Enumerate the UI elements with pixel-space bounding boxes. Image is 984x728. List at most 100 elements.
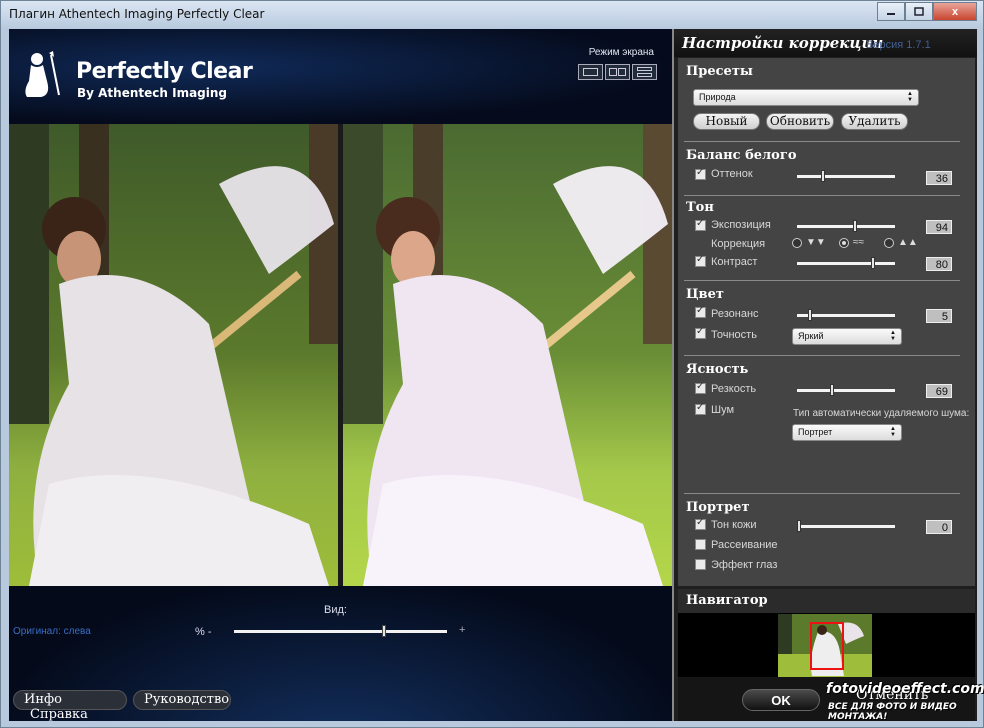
skin-tone-label: Тон кожи: [711, 519, 757, 531]
navigator-thumbnail[interactable]: [778, 614, 872, 677]
original-image: [9, 124, 338, 586]
sharpness-checkbox[interactable]: [695, 381, 706, 394]
correction-label: Коррекция: [711, 238, 766, 250]
exposure-slider-thumb[interactable]: [853, 220, 857, 232]
updown-arrows-icon: ▲ ▼: [890, 426, 896, 438]
exposure-slider[interactable]: [797, 220, 895, 232]
zoom-slider[interactable]: [234, 625, 447, 637]
skin-tone-slider[interactable]: [797, 520, 895, 532]
exposure-value[interactable]: 94: [926, 220, 952, 234]
correction-low-label: ▼▼: [806, 237, 826, 248]
preset-select[interactable]: Природа ▲ ▼: [693, 89, 919, 106]
divider: [684, 280, 960, 281]
split-view-icon: [609, 68, 617, 76]
resonance-slider[interactable]: [797, 309, 895, 321]
preset-select-value: Природа: [699, 92, 736, 102]
correction-high-label: ▲▲: [898, 237, 918, 248]
resonance-value[interactable]: 5: [926, 309, 952, 323]
correction-low-radio[interactable]: [792, 238, 802, 248]
divider: [684, 493, 960, 494]
minimize-button[interactable]: [877, 2, 905, 21]
correction-mid-label: ≈≈: [853, 237, 864, 248]
window-title: Плагин Athentech Imaging Perfectly Clear: [9, 7, 265, 21]
maximize-button[interactable]: [905, 2, 933, 21]
title-bar[interactable]: Плагин Athentech Imaging Perfectly Clear…: [1, 1, 983, 29]
guide-button[interactable]: Руководство: [133, 690, 231, 710]
help-button[interactable]: Справка: [30, 707, 88, 721]
divider: [684, 195, 960, 196]
info-help-group: Инфо Справка: [13, 690, 127, 721]
sharpness-label: Резкость: [711, 383, 757, 395]
tint-checkbox[interactable]: [695, 167, 706, 180]
exposure-label: Экспозиция: [711, 219, 771, 231]
contrast-slider-thumb[interactable]: [871, 257, 875, 269]
color-title: Цвет: [686, 287, 724, 302]
info-button[interactable]: Инфо: [24, 692, 62, 707]
accuracy-checkbox[interactable]: [695, 326, 706, 339]
navigator-header: Навигатор: [678, 589, 975, 613]
preset-new-button[interactable]: Новый: [693, 113, 760, 130]
mode-split-button[interactable]: [605, 64, 630, 80]
accuracy-select[interactable]: Яркий ▲ ▼: [792, 328, 902, 345]
eye-effect-label: Эффект глаз: [711, 559, 778, 571]
navigator-panel: Навигатор: [678, 589, 975, 677]
zoom-plus-label[interactable]: +: [459, 624, 465, 636]
updown-arrows-icon: ▲ ▼: [890, 330, 896, 342]
plugin-window: Плагин Athentech Imaging Perfectly Clear…: [0, 0, 984, 728]
ok-button[interactable]: OK: [742, 689, 820, 711]
sharpness-value[interactable]: 69: [926, 384, 952, 398]
dialog-footer: OK Отменить fotovideoeffect.com ВСЕ ДЛЯ …: [678, 677, 984, 722]
zoom-slider-thumb[interactable]: [382, 625, 386, 637]
diffusion-checkbox[interactable]: [695, 539, 706, 550]
sharpness-slider-thumb[interactable]: [830, 384, 834, 396]
accuracy-select-value: Яркий: [798, 331, 824, 341]
preset-delete-button[interactable]: Удалить: [841, 113, 908, 130]
white-balance-title: Баланс белого: [686, 148, 797, 163]
view-controls: Вид: Оригинал: слева % - + Инфо Справка …: [9, 586, 672, 721]
tone-title: Тон: [686, 200, 714, 215]
divider: [684, 141, 960, 142]
tint-slider[interactable]: [797, 170, 895, 182]
eye-effect-checkbox[interactable]: [695, 559, 706, 570]
divider: [684, 355, 960, 356]
correction-mid-radio[interactable]: [839, 238, 849, 248]
original-position-label[interactable]: Оригинал: слева: [13, 626, 91, 637]
resonance-checkbox[interactable]: [695, 305, 706, 318]
accuracy-label: Точность: [711, 329, 757, 341]
contrast-value[interactable]: 80: [926, 257, 952, 271]
close-button[interactable]: x: [933, 2, 977, 21]
logo-icon: [25, 51, 60, 97]
presets-title: Пресеты: [686, 64, 753, 79]
resonance-slider-thumb[interactable]: [808, 309, 812, 321]
preset-update-button[interactable]: Обновить: [766, 113, 834, 130]
contrast-checkbox[interactable]: [695, 254, 706, 267]
correction-high-radio[interactable]: [884, 238, 894, 248]
zoom-minus-label[interactable]: % -: [195, 626, 212, 638]
tint-slider-thumb[interactable]: [821, 170, 825, 182]
version-label: Версия 1.7.1: [866, 39, 931, 51]
navigator-viewport-rect[interactable]: [810, 622, 844, 670]
contrast-label: Контраст: [711, 256, 758, 268]
mode-stacked-button[interactable]: [632, 64, 657, 80]
corrected-photo[interactable]: [343, 124, 672, 586]
skin-tone-checkbox[interactable]: [695, 517, 706, 530]
watermark: fotovideoeffect.com: [826, 681, 984, 697]
noise-type-value: Портрет: [798, 427, 833, 437]
skin-tone-slider-thumb[interactable]: [797, 520, 801, 532]
noise-type-select[interactable]: Портрет ▲ ▼: [792, 424, 902, 441]
noise-checkbox[interactable]: [695, 402, 706, 415]
tint-value[interactable]: 36: [926, 171, 952, 185]
updown-arrows-icon: ▲ ▼: [907, 91, 913, 103]
mode-single-button[interactable]: [578, 64, 603, 80]
contrast-slider[interactable]: [797, 257, 895, 269]
brand-header: Perfectly Clear By Athentech Imaging Реж…: [9, 29, 672, 124]
exposure-checkbox[interactable]: [695, 218, 706, 231]
navigator-title: Навигатор: [686, 593, 768, 608]
original-photo[interactable]: [9, 124, 338, 586]
noise-type-label: Тип автоматически удаляемого шума:: [793, 408, 970, 419]
logo-title: Perfectly Clear: [76, 59, 253, 84]
skin-tone-value[interactable]: 0: [926, 520, 952, 534]
close-icon: x: [951, 5, 959, 18]
preview-pane: Perfectly Clear By Athentech Imaging Реж…: [9, 29, 672, 721]
sharpness-slider[interactable]: [797, 384, 895, 396]
